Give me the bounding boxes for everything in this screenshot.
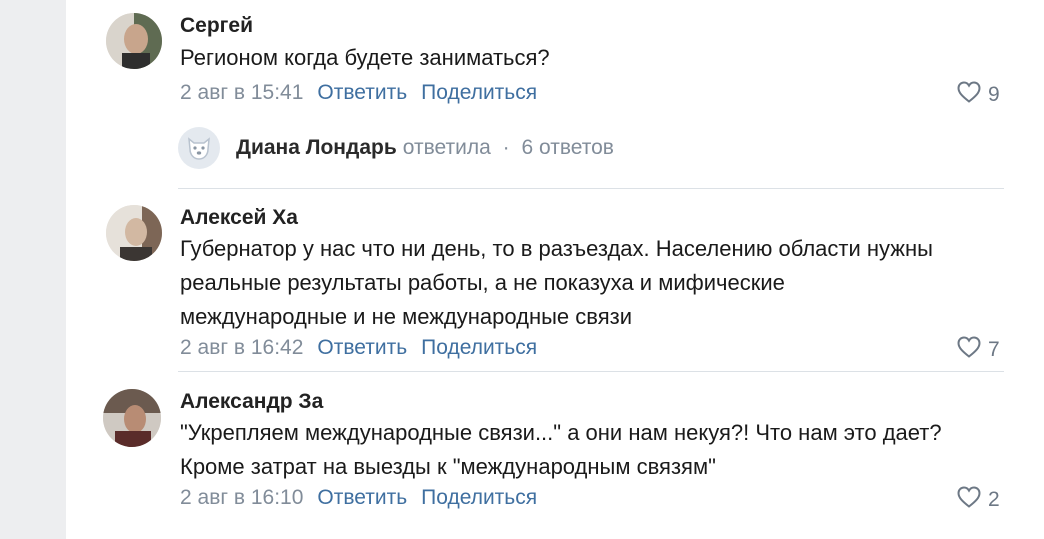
divider — [178, 371, 1004, 372]
share-button[interactable]: Поделиться — [421, 486, 537, 509]
reply-button[interactable]: Ответить — [317, 486, 407, 509]
comment-author[interactable]: Алексей Ха — [180, 206, 298, 230]
like-button[interactable]: 7 — [956, 335, 1000, 365]
like-count: 9 — [988, 83, 1000, 106]
like-button[interactable]: 9 — [956, 80, 1000, 110]
like-count: 7 — [988, 338, 1000, 361]
comment-text: Регионом когда будете заниматься? — [180, 41, 1000, 75]
like-button[interactable]: 2 — [956, 485, 1000, 515]
comment-text-line: реальные результаты работы, а не показух… — [180, 270, 785, 295]
heart-outline-icon — [956, 80, 982, 110]
thread-replies-row[interactable]: Диана Лондарь ответила · 6 ответов — [178, 126, 614, 170]
reply-info[interactable]: ответила · 6 ответов — [403, 136, 614, 160]
dog-avatar-icon — [178, 127, 220, 169]
comment-date[interactable]: 2 авг в 15:41 — [180, 81, 303, 104]
avatar[interactable] — [106, 205, 162, 261]
reply-button[interactable]: Ответить — [317, 336, 407, 359]
comments-panel: Сергей Регионом когда будете заниматься?… — [66, 0, 1044, 539]
comment-text-line: Губернатор у нас что ни день, то в разъе… — [180, 236, 933, 261]
like-count: 2 — [988, 488, 1000, 511]
avatar[interactable] — [106, 13, 162, 69]
comment-text: "Укрепляем международные связи..." а они… — [180, 416, 1000, 484]
comment-date[interactable]: 2 авг в 16:42 — [180, 336, 303, 359]
reply-separator: · — [502, 136, 510, 159]
divider — [178, 188, 1004, 189]
reply-count: 6 ответов — [521, 136, 614, 159]
comment-text: Губернатор у нас что ни день, то в разъе… — [180, 232, 1000, 334]
share-button[interactable]: Поделиться — [421, 336, 537, 359]
reply-button[interactable]: Ответить — [317, 81, 407, 104]
comment-author[interactable]: Александр За — [180, 390, 323, 414]
comment-meta: 2 авг в 16:42 Ответить Поделиться — [180, 336, 537, 360]
comment-text-line: Кроме затрат на выезды к "международным … — [180, 454, 716, 479]
heart-outline-icon — [956, 485, 982, 515]
comment-text-line: "Укрепляем международные связи..." а они… — [180, 420, 942, 445]
comment-date[interactable]: 2 авг в 16:10 — [180, 486, 303, 509]
comment-author[interactable]: Сергей — [180, 14, 253, 38]
share-button[interactable]: Поделиться — [421, 81, 537, 104]
avatar[interactable] — [103, 389, 161, 447]
comment-meta: 2 авг в 16:10 Ответить Поделиться — [180, 486, 537, 510]
comment-meta: 2 авг в 15:41 Ответить Поделиться — [180, 81, 537, 105]
comment-text-line: Регионом когда будете заниматься? — [180, 45, 550, 70]
reply-author[interactable]: Диана Лондарь — [236, 136, 397, 160]
comment-text-line: международные и не международные связи — [180, 304, 632, 329]
reply-action: ответила — [402, 136, 491, 159]
heart-outline-icon — [956, 335, 982, 365]
